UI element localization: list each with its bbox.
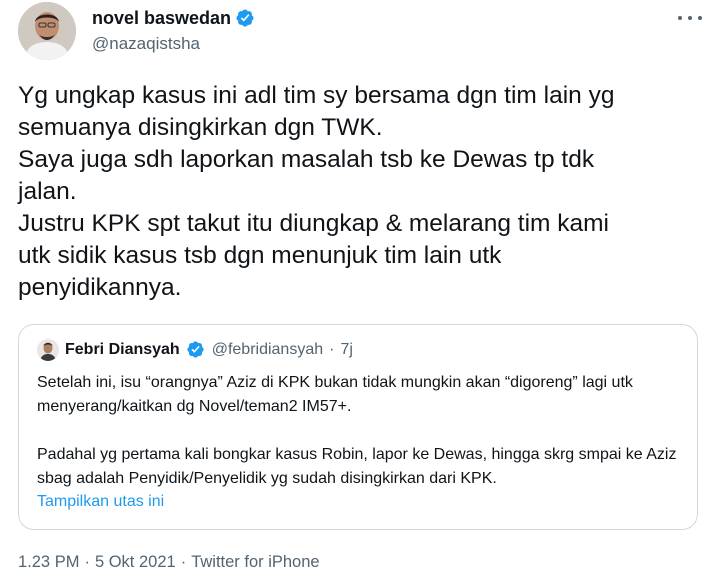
quoted-separator: ·	[329, 341, 335, 358]
quoted-paragraph: Setelah ini, isu “orangnya” Aziz di KPK …	[37, 374, 633, 415]
quoted-tweet-card[interactable]: Febri Diansyah @febridiansyah · 7j Setel…	[18, 324, 698, 530]
verified-badge-icon	[235, 8, 255, 28]
tweet-source[interactable]: Twitter for iPhone	[191, 553, 319, 572]
tweet-meta: 1.23 PM · 5 Okt 2021 · Twitter for iPhon…	[18, 553, 320, 572]
avatar[interactable]	[18, 2, 76, 60]
meta-separator: ·	[180, 553, 187, 571]
more-options-icon[interactable]	[678, 12, 702, 24]
quoted-tweet-text: Setelah ini, isu “orangnya” Aziz di KPK …	[37, 371, 687, 491]
quoted-verified-badge-icon	[186, 340, 206, 360]
show-thread-link[interactable]: Tampilkan utas ini	[37, 493, 164, 511]
tweet: novel baswedan @nazaqistsha Yg ungkap ka…	[0, 0, 720, 588]
display-name-row: novel baswedan	[92, 6, 255, 30]
display-name[interactable]: novel baswedan	[92, 8, 231, 29]
tweet-date[interactable]: 5 Okt 2021	[95, 553, 176, 572]
tweet-text: Yg ungkap kasus ini adl tim sy bersama d…	[18, 82, 615, 301]
tweet-time[interactable]: 1.23 PM	[18, 553, 79, 572]
quoted-tweet-header: Febri Diansyah @febridiansyah · 7j	[37, 339, 353, 361]
quoted-time: 7j	[340, 341, 353, 358]
meta-separator: ·	[84, 553, 90, 571]
author-info: novel baswedan @nazaqistsha	[92, 6, 255, 54]
quoted-paragraph: Padahal yg pertama kali bongkar kasus Ro…	[37, 446, 677, 487]
quoted-display-name: Febri Diansyah	[65, 341, 180, 358]
user-handle[interactable]: @nazaqistsha	[92, 34, 255, 54]
quoted-avatar	[37, 339, 59, 361]
quoted-handle: @febridiansyah	[211, 341, 324, 358]
